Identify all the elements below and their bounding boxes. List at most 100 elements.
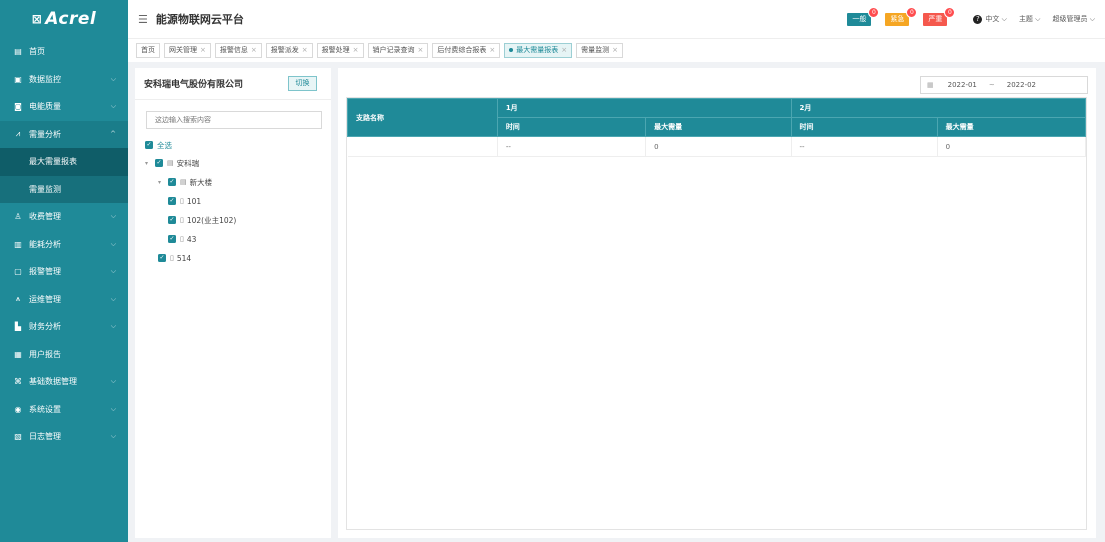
tab-account-cancel[interactable]: 销户记录查询 × [367,43,429,58]
sidebar-item-label: 需量监测 [29,184,61,194]
sidebar-item-finance[interactable]: ▙ 财务分析 ⌵ [0,313,128,341]
tab-max-demand-report[interactable]: 最大需量报表 × [504,43,573,58]
close-icon[interactable]: × [353,46,359,54]
tab-home[interactable]: 首页 [136,43,160,58]
tree-node-building[interactable]: ▾ ✓ ▤ 新大楼 [158,175,212,189]
tab-alarm-dispatch[interactable]: 报警派发 × [265,43,313,58]
table-cell: -- [497,136,647,157]
close-icon[interactable]: × [561,46,567,54]
sidebar-item-home[interactable]: ▤ 首页 [0,38,128,66]
chevron-down-icon: ⌵ [110,74,116,83]
sidebar-item-label: 电能质量 [29,102,61,112]
sidebar-item-base-data[interactable]: ⌘ 基础数据管理 ⌵ [0,368,128,396]
tree-node-514[interactable]: ✓ ▯ 514 [158,251,191,265]
sidebar-item-logs[interactable]: ▧ 日志管理 ⌵ [0,423,128,451]
checkbox-checked-icon[interactable]: ✓ [155,159,163,167]
checkbox-checked-icon[interactable]: ✓ [168,216,176,224]
help-icon[interactable]: ? [973,15,983,24]
expand-arrow-icon[interactable]: ▾ [145,160,152,167]
building-icon: ▤ [180,178,187,186]
sidebar: ⊠ Acrel ▤ 首页 ▣ 数据监控 ⌵ ◙ 电能质量 ⌵ ⩘ 需量分析 ^ … [0,0,128,542]
tree-select-all[interactable]: ✓ 全选 [145,138,172,152]
logo: ⊠ Acrel [0,0,128,38]
date-range-picker[interactable]: ▦ 2022-01 ~ 2022-02 [920,76,1088,94]
basedata-icon: ⌘ [14,377,22,387]
tab-alarm-handle[interactable]: 报警处理 × [316,43,364,58]
company-name: 安科瑞电气股份有限公司 [144,80,244,90]
close-icon[interactable]: × [200,46,206,54]
range-start[interactable]: 2022-01 [948,81,977,89]
checkbox-checked-icon[interactable]: ✓ [158,254,166,262]
close-icon[interactable]: × [251,46,257,54]
sidebar-item-label: 用户报告 [29,349,61,359]
sidebar-item-max-demand-report[interactable]: 最大需量报表 [0,148,128,176]
user-menu[interactable]: 超级管理员 ⌵ [1052,14,1095,24]
app-title: 能源物联网云平台 [155,13,244,26]
close-icon[interactable]: × [489,46,495,54]
theme-select[interactable]: 主题 ⌵ [1019,14,1041,24]
billing-icon: ♙ [14,212,22,222]
close-icon[interactable]: × [302,46,308,54]
sidebar-item-demand-analysis[interactable]: ⩘ 需量分析 ^ [0,120,128,148]
tree-node-43[interactable]: ✓ ▯ 43 [168,232,196,246]
alarm-label: 一般 [852,14,867,23]
menu-toggle-icon[interactable]: ☰ [138,13,148,26]
sidebar-item-energy[interactable]: ▥ 能耗分析 ⌵ [0,231,128,259]
column-header-month: 1月 [496,98,792,118]
sidebar-item-label: 基础数据管理 [29,377,77,387]
language-select[interactable]: ? 中文 ⌵ [973,14,1007,24]
building-icon: ▤ [167,159,174,167]
sidebar-item-alarm[interactable]: ▢ 报警管理 ⌵ [0,258,128,286]
tab-gateway[interactable]: 网关管理 × [164,43,211,58]
chevron-down-icon: ⌵ [110,322,116,331]
column-header-time: 时间 [790,117,938,137]
table-cell: -- [791,136,938,157]
active-dot-icon [509,48,514,52]
language-label: 中文 [985,15,1000,23]
expand-arrow-icon[interactable]: ▾ [158,179,165,186]
checkbox-checked-icon[interactable]: ✓ [168,235,176,243]
switch-button[interactable]: 切换 [288,76,317,91]
alarm-count: 0 [868,6,880,18]
alarm-general-badge[interactable]: 一般 0 [847,6,880,26]
table-row: -- 0 -- 0 [347,136,1087,157]
home-icon: ▤ [14,47,22,57]
tree-node-101[interactable]: ✓ ▯ 101 [168,194,201,208]
tree-node-root[interactable]: ▾ ✓ ▤ 安科瑞 [145,156,199,170]
sidebar-item-billing[interactable]: ♙ 收费管理 ⌵ [0,203,128,231]
sidebar-item-data-monitor[interactable]: ▣ 数据监控 ⌵ [0,66,128,94]
checkbox-checked-icon[interactable]: ✓ [168,197,176,205]
checkbox-checked-icon[interactable]: ✓ [168,178,176,186]
table-cell: 0 [645,136,792,157]
table-cell: 0 [937,136,1087,157]
tree-node-label: 全选 [157,140,172,150]
tab-postpaid-report[interactable]: 后付费综合报表 × [432,43,501,58]
sidebar-item-label: 能耗分析 [29,239,61,249]
sidebar-item-power-quality[interactable]: ◙ 电能质量 ⌵ [0,93,128,121]
sidebar-item-settings[interactable]: ◉ 系统设置 ⌵ [0,396,128,424]
theme-label: 主题 [1018,15,1033,23]
tab-label: 报警派发 [270,46,299,54]
tree-search-input[interactable] [146,111,322,129]
tree-node-102[interactable]: ✓ ▯ 102(业主102) [168,213,236,227]
tab-label: 报警处理 [321,46,350,54]
alarm-urgent-badge[interactable]: 紧急 0 [885,6,918,26]
tab-demand-monitor[interactable]: 需量监测 × [576,43,623,58]
sidebar-item-maintenance[interactable]: ⩚ 运维管理 ⌵ [0,286,128,314]
chevron-down-icon: ⌵ [110,294,116,303]
sidebar-item-user-report[interactable]: ▦ 用户报告 [0,341,128,369]
alarm-severe-badge[interactable]: 严重 0 [923,6,956,26]
sidebar-item-label: 系统设置 [29,404,61,414]
close-icon[interactable]: × [418,46,424,54]
close-icon[interactable]: × [612,46,618,54]
sidebar-item-label: 需量分析 [29,129,61,139]
tab-alarm-info[interactable]: 报警信息 × [214,43,262,58]
column-header-time: 时间 [496,117,647,137]
monitor-icon: ▣ [14,74,22,84]
sidebar-item-demand-monitor[interactable]: 需量监测 [0,176,128,204]
sidebar-nav: ▤ 首页 ▣ 数据监控 ⌵ ◙ 电能质量 ⌵ ⩘ 需量分析 ^ 最大需量报表 需… [0,38,128,451]
alarm-label: 紧急 [890,14,905,23]
range-end[interactable]: 2022-02 [1007,81,1036,89]
tree-panel: 安科瑞电气股份有限公司 切换 ✓ 全选 ▾ ✓ ▤ 安科瑞 ▾ ✓ ▤ 新大楼 … [135,68,331,538]
checkbox-checked-icon[interactable]: ✓ [145,141,153,149]
